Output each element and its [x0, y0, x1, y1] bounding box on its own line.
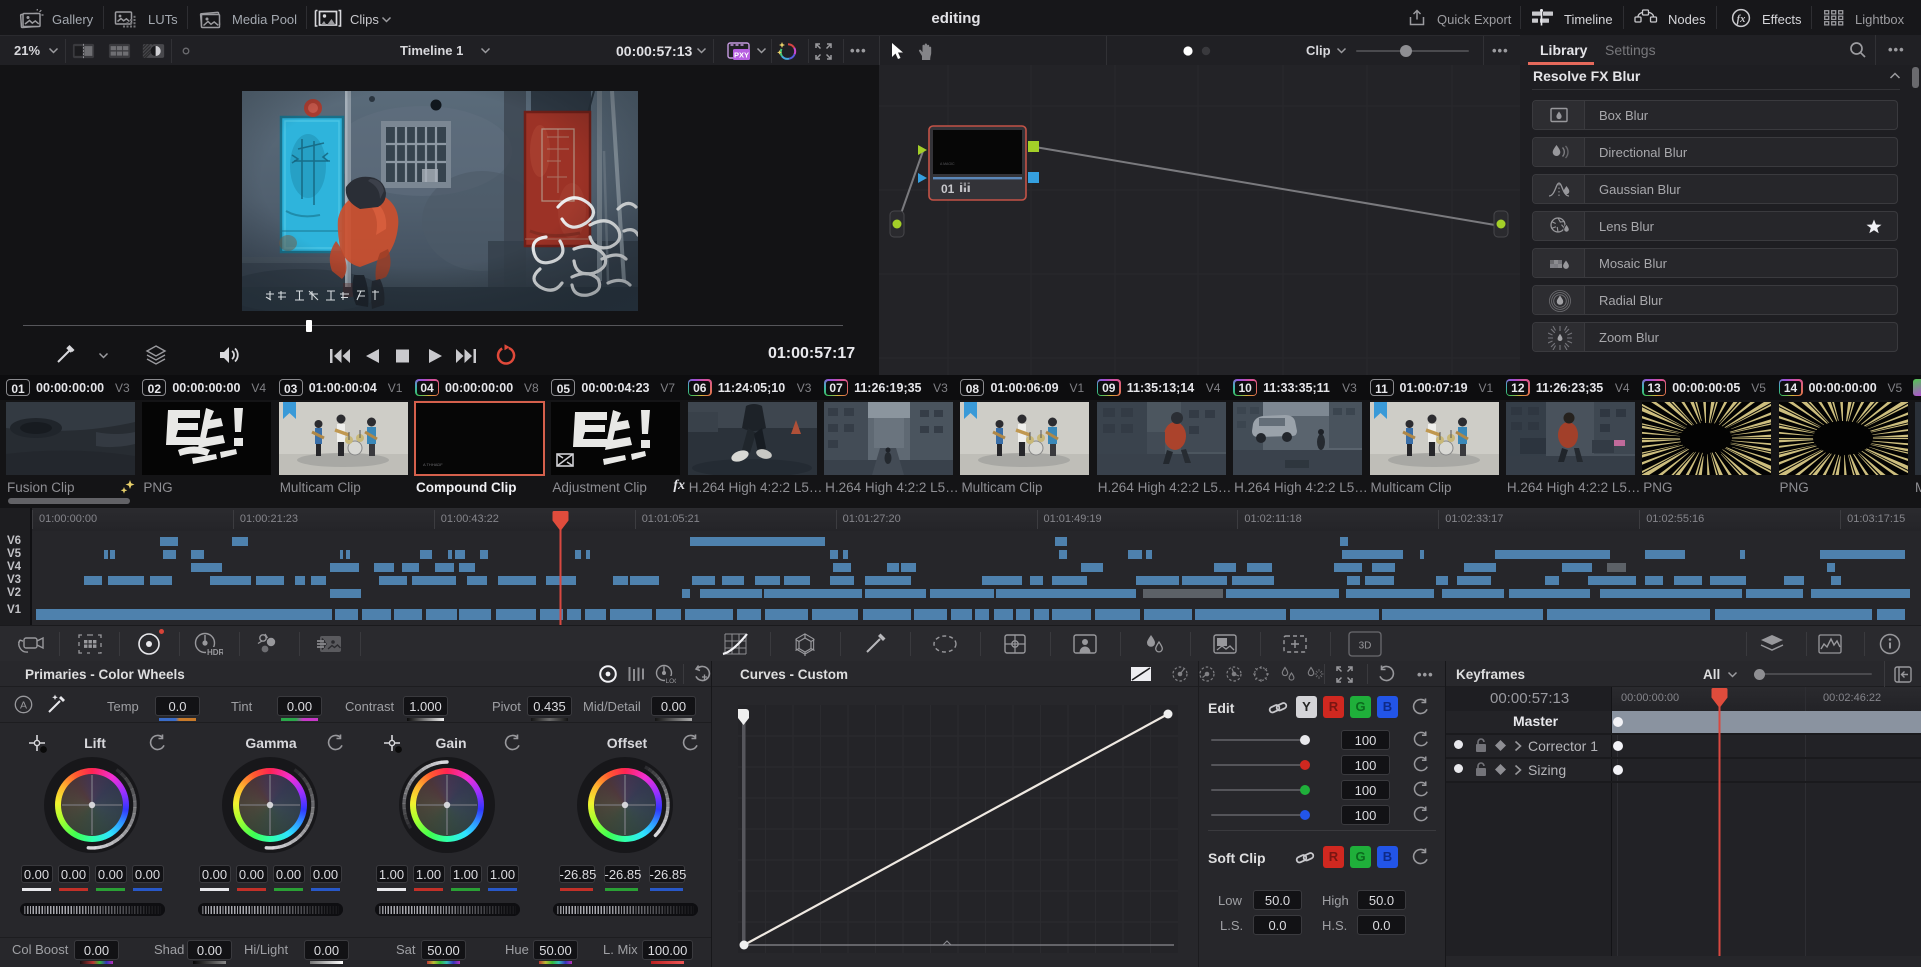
- svg-text:HDR: HDR: [207, 648, 223, 657]
- svg-text:01: 01: [941, 182, 955, 196]
- svg-text:A: A: [20, 700, 27, 712]
- svg-text:3D: 3D: [1359, 641, 1372, 652]
- svg-text:A THHADF: A THHADF: [423, 462, 443, 467]
- svg-text:A MAGIC: A MAGIC: [940, 162, 955, 166]
- svg-text:PXY: PXY: [734, 51, 749, 60]
- svg-text:fx: fx: [1737, 14, 1746, 25]
- svg-text:LOG: LOG: [666, 678, 677, 684]
